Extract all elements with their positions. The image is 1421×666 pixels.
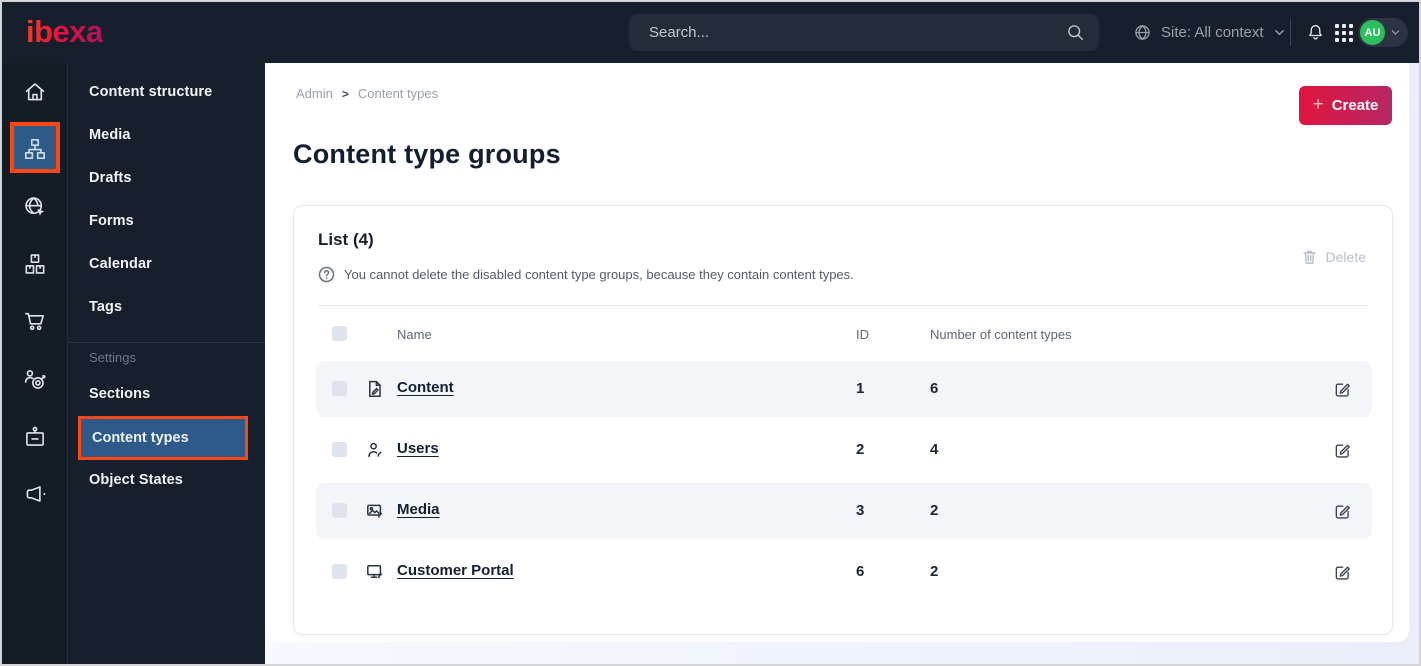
breadcrumb-admin[interactable]: Admin — [296, 86, 333, 101]
products-boxes-icon[interactable] — [22, 251, 48, 277]
table-header: Name ID Number of content types — [294, 320, 1392, 350]
info-text: You cannot delete the disabled content t… — [344, 267, 854, 282]
sidebar-item-label: Content types — [92, 430, 189, 446]
ibexa-logo[interactable]: ibexa — [26, 14, 103, 50]
sidebar-item-media[interactable]: Media — [68, 119, 265, 151]
content-panel: Admin > Content types + Create Content t… — [265, 63, 1409, 642]
breadcrumb-content-types[interactable]: Content types — [358, 86, 438, 101]
cart-icon[interactable] — [22, 308, 48, 334]
group-link-users[interactable]: Users — [397, 440, 439, 457]
cell-count: 6 — [930, 380, 939, 397]
topbar: ibexa Site: All context — [2, 2, 1419, 63]
trash-icon — [1301, 248, 1318, 265]
create-button-label: Create — [1331, 97, 1379, 114]
main-area: Admin > Content types + Create Content t… — [265, 63, 1419, 664]
avatar: AU — [1360, 20, 1385, 45]
cell-id: 6 — [856, 563, 865, 580]
sidebar: Content structure Media Drafts Forms Cal… — [67, 63, 265, 664]
cell-id: 1 — [856, 380, 865, 397]
chevron-down-icon — [1273, 26, 1286, 39]
table-row: Customer Portal 6 2 — [316, 544, 1372, 600]
app-grid-icon — [1335, 23, 1353, 42]
bell-icon — [1305, 22, 1326, 43]
group-link-customer-portal[interactable]: Customer Portal — [397, 562, 514, 579]
site-context-label: Site: All context — [1161, 24, 1264, 41]
cell-count: 2 — [930, 563, 939, 580]
delete-button[interactable]: Delete — [1301, 248, 1366, 265]
user-menu[interactable]: AU — [1358, 18, 1408, 47]
sidebar-item-object-states[interactable]: Object States — [68, 464, 265, 496]
notifications-button[interactable] — [1305, 2, 1326, 63]
group-link-content[interactable]: Content — [397, 379, 454, 396]
sidebar-item-forms[interactable]: Forms — [68, 205, 265, 237]
breadcrumb: Admin > Content types — [296, 86, 438, 101]
list-card: List (4) You cannot delete the disabled … — [293, 205, 1393, 635]
breadcrumb-separator: > — [341, 86, 349, 101]
row-checkbox[interactable] — [332, 381, 347, 396]
sidebar-item-drafts[interactable]: Drafts — [68, 162, 265, 194]
chevron-down-icon — [1390, 27, 1401, 38]
file-edit-icon — [365, 379, 385, 399]
column-header-id: ID — [856, 327, 869, 342]
column-header-name: Name — [397, 327, 432, 342]
cell-count: 2 — [930, 502, 939, 519]
user-edit-icon — [365, 440, 385, 460]
delete-button-label: Delete — [1325, 248, 1366, 265]
table-row: Content 1 6 — [316, 361, 1372, 417]
edit-icon[interactable] — [1333, 563, 1351, 581]
page-title: Content type groups — [293, 139, 561, 169]
search-bar — [629, 14, 1099, 51]
card-divider — [318, 305, 1368, 306]
image-edit-icon — [365, 501, 385, 521]
cell-id: 3 — [856, 502, 865, 519]
info-row: You cannot delete the disabled content t… — [318, 266, 854, 283]
cell-id: 2 — [856, 441, 865, 458]
row-checkbox[interactable] — [332, 564, 347, 579]
select-all-checkbox[interactable] — [332, 326, 347, 341]
id-badge-icon[interactable] — [22, 424, 48, 450]
list-title: List (4) — [318, 230, 374, 249]
personalization-target-icon[interactable] — [22, 367, 48, 393]
sidebar-item-content-structure[interactable]: Content structure — [68, 76, 265, 108]
cell-count: 4 — [930, 441, 939, 458]
question-circle-icon — [318, 266, 335, 283]
search-icon[interactable] — [1066, 23, 1085, 42]
site-globe-cursor-icon[interactable] — [22, 194, 48, 220]
topbar-divider — [1290, 19, 1291, 46]
icon-rail — [2, 63, 67, 664]
sidebar-item-sections[interactable]: Sections — [68, 378, 265, 410]
group-link-media[interactable]: Media — [397, 501, 440, 518]
search-input[interactable] — [629, 14, 1099, 51]
ibexa-admin-screen: ibexa Site: All context — [0, 0, 1421, 666]
site-context-selector[interactable]: Site: All context — [1133, 2, 1286, 63]
content-structure-icon[interactable] — [22, 136, 48, 162]
megaphone-icon[interactable] — [22, 481, 48, 507]
table-row: Media 3 2 — [316, 483, 1372, 539]
home-icon[interactable] — [22, 79, 48, 105]
create-button[interactable]: + Create — [1299, 86, 1392, 125]
edit-icon[interactable] — [1333, 380, 1351, 398]
plus-icon: + — [1312, 93, 1324, 115]
sidebar-section-label: Settings — [89, 350, 136, 365]
sidebar-item-calendar[interactable]: Calendar — [68, 248, 265, 280]
sidebar-item-content-types[interactable]: Content types — [78, 416, 248, 460]
column-header-count: Number of content types — [930, 327, 1072, 342]
app-switcher-button[interactable] — [1335, 2, 1353, 63]
row-checkbox[interactable] — [332, 442, 347, 457]
edit-icon[interactable] — [1333, 502, 1351, 520]
row-checkbox[interactable] — [332, 503, 347, 518]
sidebar-item-tags[interactable]: Tags — [68, 291, 265, 323]
sidebar-divider — [68, 342, 265, 343]
table-row: Users 2 4 — [316, 422, 1372, 478]
globe-icon — [1133, 23, 1152, 42]
monitor-edit-icon — [365, 562, 385, 582]
edit-icon[interactable] — [1333, 441, 1351, 459]
